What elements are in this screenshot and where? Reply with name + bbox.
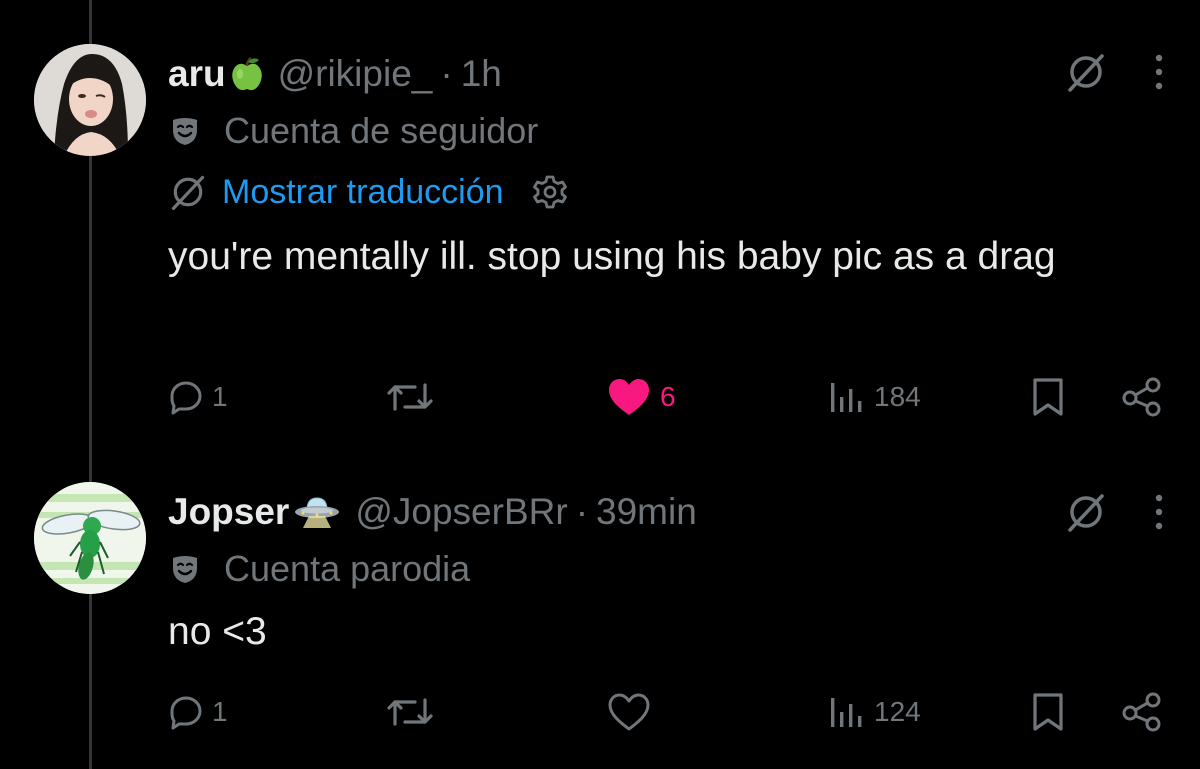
separator-dot: ·: [440, 53, 453, 94]
share-button[interactable]: [1120, 687, 1164, 737]
view-count: 124: [874, 696, 921, 727]
tweet[interactable]: aru @rikipie_ · 1h Cuenta de seguidor Mo…: [0, 0, 1200, 440]
display-name[interactable]: Jopser: [168, 490, 289, 534]
gear-icon[interactable]: [532, 174, 568, 210]
account-label: Cuenta parodia: [168, 548, 470, 590]
views-icon: [828, 379, 866, 415]
share-icon: [1120, 377, 1164, 417]
retweet-icon: [385, 694, 435, 730]
timestamp[interactable]: 39min: [596, 490, 697, 534]
share-button[interactable]: [1120, 372, 1164, 422]
display-name[interactable]: aru: [168, 52, 226, 96]
bookmark-button[interactable]: [1030, 372, 1066, 422]
tweet-top-actions: [1064, 50, 1164, 94]
reply-icon: [168, 694, 204, 730]
retweet-icon: [385, 379, 435, 415]
show-translation-link[interactable]: Mostrar traducción: [222, 173, 504, 212]
tweet[interactable]: Jopser @JopserBRr · 39min Cuenta parodia…: [0, 440, 1200, 769]
timestamp[interactable]: 1h: [461, 52, 502, 96]
bookmark-button[interactable]: [1030, 687, 1066, 737]
like-count: 6: [660, 381, 676, 412]
reply-icon: [168, 379, 204, 415]
avatar[interactable]: [34, 482, 146, 594]
bookmark-icon: [1030, 692, 1066, 732]
tweet-text: no <3: [168, 610, 267, 653]
grok-translate-icon: [168, 172, 208, 212]
view-count: 184: [874, 381, 921, 412]
tweet-text: you're mentally ill. stop using his baby…: [168, 235, 1056, 278]
like-button[interactable]: 6: [606, 372, 676, 422]
bookmark-icon: [1030, 377, 1066, 417]
tweet-actions: 1 124: [0, 687, 1200, 737]
user-handle[interactable]: @rikipie_: [278, 52, 433, 96]
tweet-header: aru @rikipie_ · 1h: [168, 52, 502, 96]
mask-icon: [168, 114, 202, 148]
share-icon: [1120, 692, 1164, 732]
reply-button[interactable]: 1: [168, 687, 228, 737]
translate-row: Mostrar traducción: [168, 172, 568, 212]
more-icon[interactable]: [1154, 492, 1164, 532]
heart-icon: [606, 692, 652, 732]
mask-icon: [168, 552, 202, 586]
views-button[interactable]: 124: [828, 687, 921, 737]
grok-icon[interactable]: [1064, 50, 1108, 94]
tweet-actions: 1 6 184: [0, 372, 1200, 422]
account-label-text: Cuenta parodia: [224, 548, 471, 589]
account-label: Cuenta de seguidor: [168, 110, 538, 152]
tweet-top-actions: [1064, 490, 1164, 534]
reply-button[interactable]: 1: [168, 372, 228, 422]
avatar[interactable]: [34, 44, 146, 156]
reply-count: 1: [212, 381, 228, 412]
grok-icon[interactable]: [1064, 490, 1108, 534]
user-handle[interactable]: @JopserBRr: [355, 490, 567, 534]
retweet-button[interactable]: [385, 687, 443, 737]
retweet-button[interactable]: [385, 372, 443, 422]
ufo-emoji-icon: [293, 494, 341, 530]
reply-count: 1: [212, 696, 228, 727]
tweet-header: Jopser @JopserBRr · 39min: [168, 490, 697, 534]
heart-icon: [606, 377, 652, 417]
more-icon[interactable]: [1154, 52, 1164, 92]
apple-emoji-icon: [230, 56, 264, 92]
separator-dot: ·: [575, 491, 589, 532]
like-button[interactable]: [606, 687, 660, 737]
views-icon: [828, 694, 866, 730]
account-label-text: Cuenta de seguidor: [224, 110, 539, 151]
views-button[interactable]: 184: [828, 372, 921, 422]
